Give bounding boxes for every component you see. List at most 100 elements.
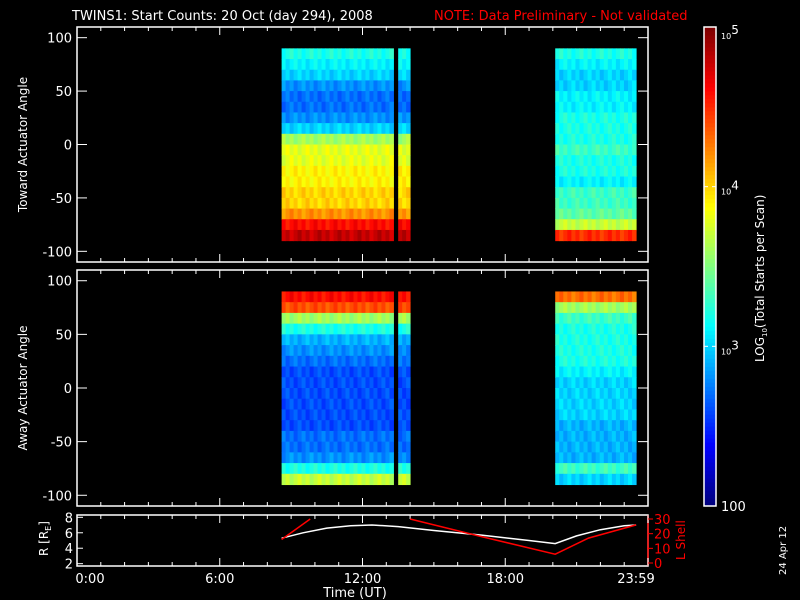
toward-heatmap-cell xyxy=(385,155,390,167)
away-heatmap-cell xyxy=(603,420,609,432)
away-heatmap-cell xyxy=(619,441,625,453)
away-heatmap-cell xyxy=(289,334,295,346)
toward-heatmap-cell xyxy=(349,155,354,167)
away-heatmap-cell xyxy=(381,334,386,346)
away-heatmap-cell xyxy=(301,452,307,464)
toward-heatmap-cell xyxy=(289,144,295,156)
toward-heatmap-cell xyxy=(559,112,564,124)
toward-heatmap-cell xyxy=(297,112,303,124)
toward-heatmap-cell xyxy=(567,176,572,188)
toward-heatmap-cell xyxy=(361,112,366,124)
away-heatmap-cell xyxy=(571,312,576,325)
toward-heatmap-cell xyxy=(305,197,311,210)
toward-heatmap-cell xyxy=(579,208,585,220)
away-heatmap-cell xyxy=(619,323,625,335)
toward-heatmap-cell xyxy=(406,219,411,231)
away-heatmap-cell xyxy=(619,409,625,421)
away-heatmap-cell xyxy=(309,409,315,421)
toward-heatmap-cell xyxy=(628,133,633,145)
away-heatmap-cell xyxy=(321,302,327,314)
away-heatmap-cell xyxy=(591,473,597,486)
toward-heatmap-cell xyxy=(309,59,315,71)
figure: 100500-50-100Toward Actuator Angle100500… xyxy=(16,23,769,600)
toward-heatmap-cell xyxy=(607,123,613,135)
away-heatmap-cell xyxy=(583,473,589,486)
away-heatmap-cell xyxy=(599,473,605,486)
toward-heatmap-cell xyxy=(353,187,358,199)
toward-heatmap-cell xyxy=(619,187,625,199)
toward-heatmap-cell xyxy=(406,229,411,242)
away-heatmap-cell xyxy=(317,302,323,314)
away-heatmap-cell xyxy=(398,312,403,325)
away-heatmap-cell xyxy=(623,463,629,475)
toward-heatmap-cell xyxy=(615,69,621,81)
toward-heatmap-cell xyxy=(603,165,609,178)
away-heatmap-cell xyxy=(591,366,597,378)
away-heatmap-cell xyxy=(619,312,625,325)
away-heatmap-cell xyxy=(281,452,287,464)
toward-heatmap-cell xyxy=(361,219,366,231)
away-heatmap-cell xyxy=(309,291,315,303)
colorbar-swatch xyxy=(704,34,716,40)
toward-heatmap-cell xyxy=(369,155,374,167)
away-heatmap-cell xyxy=(615,355,621,368)
away-heatmap-cell xyxy=(337,345,343,357)
away-heatmap-cell xyxy=(587,398,593,410)
away-heatmap-cell xyxy=(349,430,354,443)
away-heatmap-cell xyxy=(341,463,347,475)
toward-heatmap-cell xyxy=(615,197,621,210)
colorbar-swatch xyxy=(704,270,716,275)
toward-heatmap-cell xyxy=(583,69,589,81)
toward-heatmap-cell xyxy=(563,155,568,167)
toward-heatmap-cell xyxy=(361,165,366,178)
toward-heatmap-cell xyxy=(599,144,605,156)
toward-heatmap-cell xyxy=(615,176,621,188)
away-heatmap-cell xyxy=(555,377,560,389)
toward-heatmap-cell xyxy=(563,80,568,92)
away-heatmap-cell xyxy=(297,409,303,421)
away-heatmap-cell xyxy=(587,430,593,443)
toward-heatmap-cell xyxy=(333,176,339,188)
toward-heatmap-cell xyxy=(373,219,378,231)
away-heatmap-cell xyxy=(361,398,366,410)
toward-heatmap-cell xyxy=(628,144,633,156)
away-heatmap-cell xyxy=(373,388,378,400)
toward-heatmap-cell xyxy=(333,101,339,113)
away-heatmap-cell xyxy=(402,312,407,325)
away-heatmap-cell xyxy=(353,430,358,443)
toward-heatmap-cell xyxy=(373,208,378,220)
toward-heatmap-cell xyxy=(591,133,597,145)
toward-heatmap-cell xyxy=(381,48,386,60)
colorbar-swatch xyxy=(704,90,716,96)
colorbar-swatch xyxy=(704,354,716,359)
colorbar-swatch xyxy=(704,46,716,52)
colorbar-swatch xyxy=(704,70,716,76)
away-heatmap-cell xyxy=(317,312,323,325)
toward-heatmap-cell xyxy=(357,155,362,167)
toward-heatmap-cell xyxy=(567,219,572,231)
toward-heatmap-cell xyxy=(603,101,609,113)
x-tick-label: 0:00 xyxy=(75,572,104,587)
away-heatmap-cell xyxy=(281,312,287,325)
toward-heatmap-cell xyxy=(317,69,323,81)
away-heatmap-cell xyxy=(377,377,382,389)
away-heatmap-cell xyxy=(289,441,295,453)
away-heatmap-cell xyxy=(591,312,597,325)
toward-heatmap-cell xyxy=(313,165,319,178)
toward-heatmap-cell xyxy=(309,219,315,231)
away-heatmap-cell xyxy=(369,377,374,389)
away-heatmap-cell xyxy=(607,420,613,432)
toward-heatmap-cell xyxy=(353,112,358,124)
away-heatmap-cell xyxy=(369,398,374,410)
away-heatmap-cell xyxy=(615,409,621,421)
away-heatmap-cell xyxy=(579,430,585,443)
away-heatmap-cell xyxy=(309,463,315,475)
away-heatmap-cell xyxy=(313,334,319,346)
toward-heatmap-cell xyxy=(555,208,560,220)
colorbar-swatch xyxy=(704,130,716,136)
away-heatmap-cell xyxy=(632,420,637,432)
toward-heatmap-cell xyxy=(611,176,617,188)
away-heatmap-cell xyxy=(349,420,354,432)
colorbar-swatch xyxy=(704,418,716,423)
away-heatmap-cell xyxy=(599,366,605,378)
